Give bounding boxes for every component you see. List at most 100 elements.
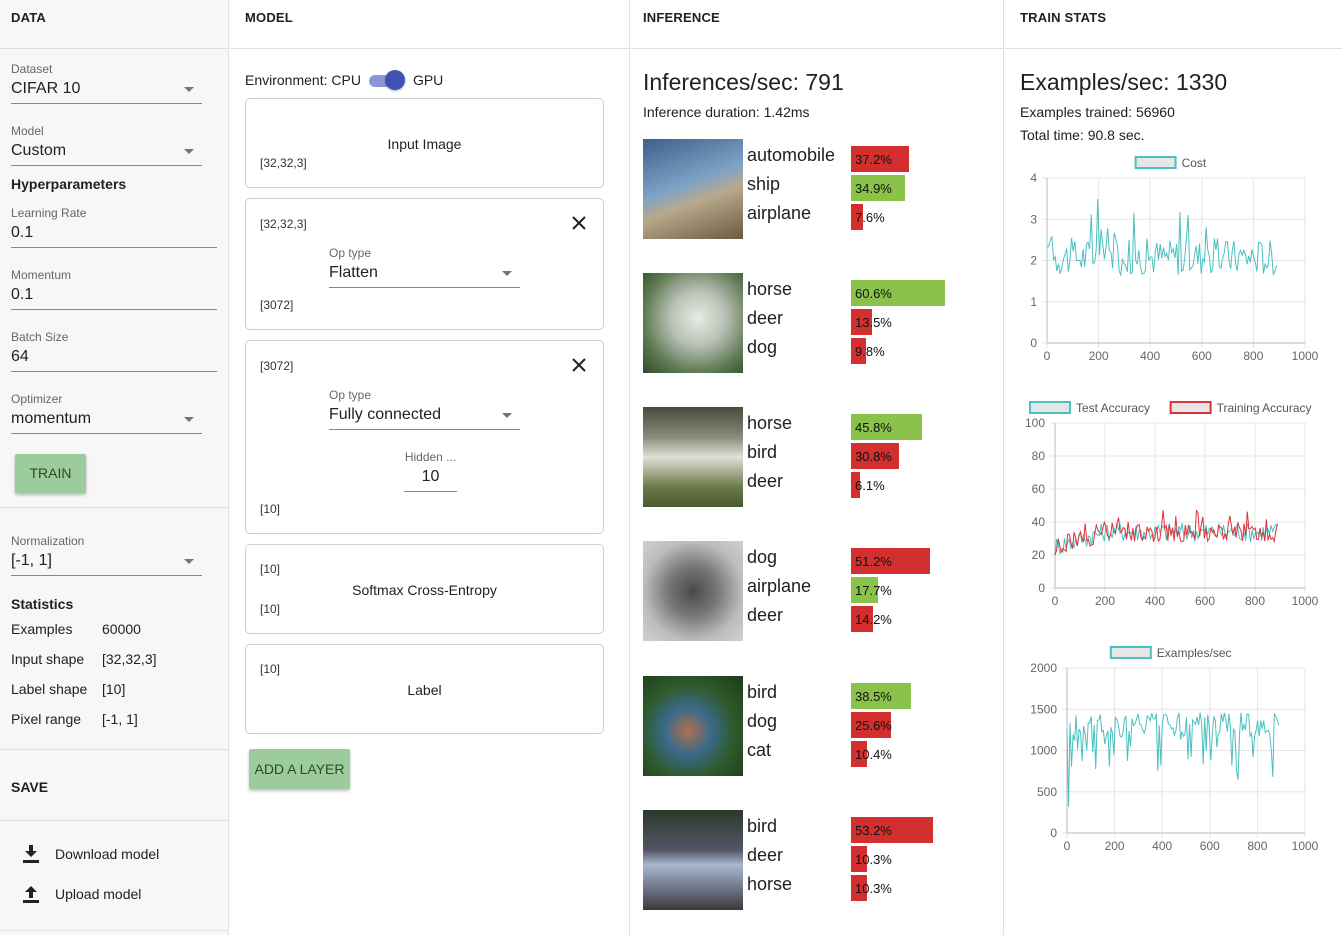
download-model-button[interactable]: Download model xyxy=(22,844,159,864)
legend-item[interactable]: Test Accuracy xyxy=(1029,401,1150,415)
class-label: bird xyxy=(747,442,778,462)
y-tick-label: 1 xyxy=(1030,295,1037,309)
class-label: horse xyxy=(747,874,793,894)
legend-item[interactable]: Cost xyxy=(1134,156,1207,170)
environment-label: Environment: CPU xyxy=(245,72,361,88)
learning-rate-field[interactable]: Learning Rate 0.1 xyxy=(11,206,217,248)
batch-size-field[interactable]: Batch Size 64 xyxy=(11,330,217,372)
class-label: airplane xyxy=(747,203,812,223)
legend-item[interactable]: Examples/sec xyxy=(1109,646,1232,660)
divider xyxy=(0,820,229,821)
y-tick-label: 4 xyxy=(1030,171,1037,185)
op-type-value[interactable]: Fully connected xyxy=(329,406,520,430)
normalization-label: Normalization xyxy=(11,534,85,548)
legend-label: Cost xyxy=(1182,156,1207,170)
inference-sample: horse 45.8% bird 30.8% deer 6.1% xyxy=(643,407,993,507)
hidden-units-input[interactable]: 10 xyxy=(404,468,457,492)
learning-rate-label: Learning Rate xyxy=(11,206,87,220)
upload-model-button[interactable]: Upload model xyxy=(22,884,141,904)
legend-swatch xyxy=(1169,401,1212,414)
x-tick-label: 600 xyxy=(1195,594,1215,608)
model-label: Model xyxy=(11,124,44,138)
probability-text: 9.8% xyxy=(855,344,885,359)
divider xyxy=(0,749,229,750)
momentum-label: Momentum xyxy=(11,268,72,282)
inference-sample: bird 38.5% dog 25.6% cat 10.4% xyxy=(643,676,993,776)
cost-chart-svg: Cost 0 1 2 3 4 0 200 400 600 800 1000 xyxy=(1030,156,1319,363)
x-tick-label: 200 xyxy=(1105,839,1125,853)
sample-image xyxy=(643,139,743,239)
probability-text: 6.1% xyxy=(855,478,885,493)
x-tick-label: 0 xyxy=(1052,594,1059,608)
x-tick-label: 1000 xyxy=(1292,839,1319,853)
divider xyxy=(0,930,229,931)
softmax-layer: [10] Softmax Cross-Entropy [10] xyxy=(245,544,604,634)
layer-input-shape: [10] xyxy=(260,562,281,576)
x-tick-label: 400 xyxy=(1145,594,1165,608)
probability-text: 10.3% xyxy=(855,881,892,896)
probability-text: 53.2% xyxy=(855,823,892,838)
legend-item[interactable]: Training Accuracy xyxy=(1169,401,1312,415)
momentum-input[interactable]: 0.1 xyxy=(11,286,217,310)
stat-value: 60000 xyxy=(102,621,141,637)
x-tick-label: 600 xyxy=(1200,839,1220,853)
x-tick-label: 400 xyxy=(1152,839,1172,853)
learning-rate-input[interactable]: 0.1 xyxy=(11,224,217,248)
stat-value: [-1, 1] xyxy=(102,711,138,727)
normalization-select[interactable]: Normalization [-1, 1] xyxy=(11,534,202,576)
class-label: automobile xyxy=(747,145,836,165)
op-type-select[interactable]: Op type Flatten xyxy=(329,246,520,288)
class-label: ship xyxy=(747,174,781,194)
gpu-toggle[interactable] xyxy=(368,70,405,90)
class-label: deer xyxy=(747,605,784,625)
x-tick-label: 1000 xyxy=(1292,594,1319,608)
optimizer-select[interactable]: Optimizer momentum xyxy=(11,392,202,434)
op-type-label: Op type xyxy=(329,388,372,402)
add-layer-button[interactable]: ADD A LAYER xyxy=(249,749,350,789)
divider xyxy=(0,507,229,508)
y-tick-label: 2 xyxy=(1030,254,1037,268)
y-tick-label: 0 xyxy=(1030,336,1037,350)
probability-text: 38.5% xyxy=(855,689,892,704)
fully-connected-layer: [3072] Op type Fully connected Hidden ..… xyxy=(245,340,604,534)
model-select[interactable]: Model Custom xyxy=(11,124,202,166)
class-label: horse xyxy=(747,279,793,299)
train-stats-panel: TRAIN STATS Examples/sec: 1330 Examples … xyxy=(1005,0,1342,935)
normalization-value[interactable]: [-1, 1] xyxy=(11,552,202,576)
x-tick-label: 800 xyxy=(1243,349,1263,363)
train-button[interactable]: TRAIN xyxy=(15,454,86,493)
y-tick-label: 60 xyxy=(1032,482,1046,496)
stat-key: Label shape xyxy=(11,681,88,697)
class-label: deer xyxy=(747,471,784,491)
layer-input-shape: [32,32,3] xyxy=(260,217,307,231)
legend-label: Examples/sec xyxy=(1157,646,1232,660)
optimizer-value[interactable]: momentum xyxy=(11,410,202,434)
stat-key: Input shape xyxy=(11,651,85,667)
op-type-select[interactable]: Op type Fully connected xyxy=(329,388,520,430)
legend-label: Test Accuracy xyxy=(1076,401,1150,415)
input-layer[interactable]: Input Image [32,32,3] xyxy=(245,98,604,188)
close-icon[interactable] xyxy=(571,357,587,373)
y-tick-label: 500 xyxy=(1037,785,1057,799)
gpu-label: GPU xyxy=(412,72,444,88)
dataset-select[interactable]: Dataset CIFAR 10 xyxy=(11,62,202,104)
hidden-units-field[interactable]: Hidden ... 10 xyxy=(404,450,457,492)
class-label: horse xyxy=(747,413,793,433)
sample-image xyxy=(643,273,743,373)
y-tick-label: 3 xyxy=(1030,212,1037,226)
layer-output-shape: [3072] xyxy=(260,298,294,312)
upload-model-label: Upload model xyxy=(55,886,142,902)
y-tick-label: 2000 xyxy=(1030,661,1057,675)
op-type-value[interactable]: Flatten xyxy=(329,264,520,288)
stat-value: [32,32,3] xyxy=(102,651,157,667)
momentum-field[interactable]: Momentum 0.1 xyxy=(11,268,217,310)
close-icon[interactable] xyxy=(571,215,587,231)
dataset-value[interactable]: CIFAR 10 xyxy=(11,80,202,104)
x-tick-label: 1000 xyxy=(1292,349,1319,363)
legend-swatch xyxy=(1134,156,1177,169)
environment-switch: Environment: CPU GPU xyxy=(245,70,443,90)
train-stats-header: TRAIN STATS xyxy=(1005,0,1342,49)
model-value[interactable]: Custom xyxy=(11,142,202,166)
batch-size-input[interactable]: 64 xyxy=(11,348,217,372)
inference-sample: automobile 37.2% ship 34.9% airplane 7.6% xyxy=(643,139,993,239)
